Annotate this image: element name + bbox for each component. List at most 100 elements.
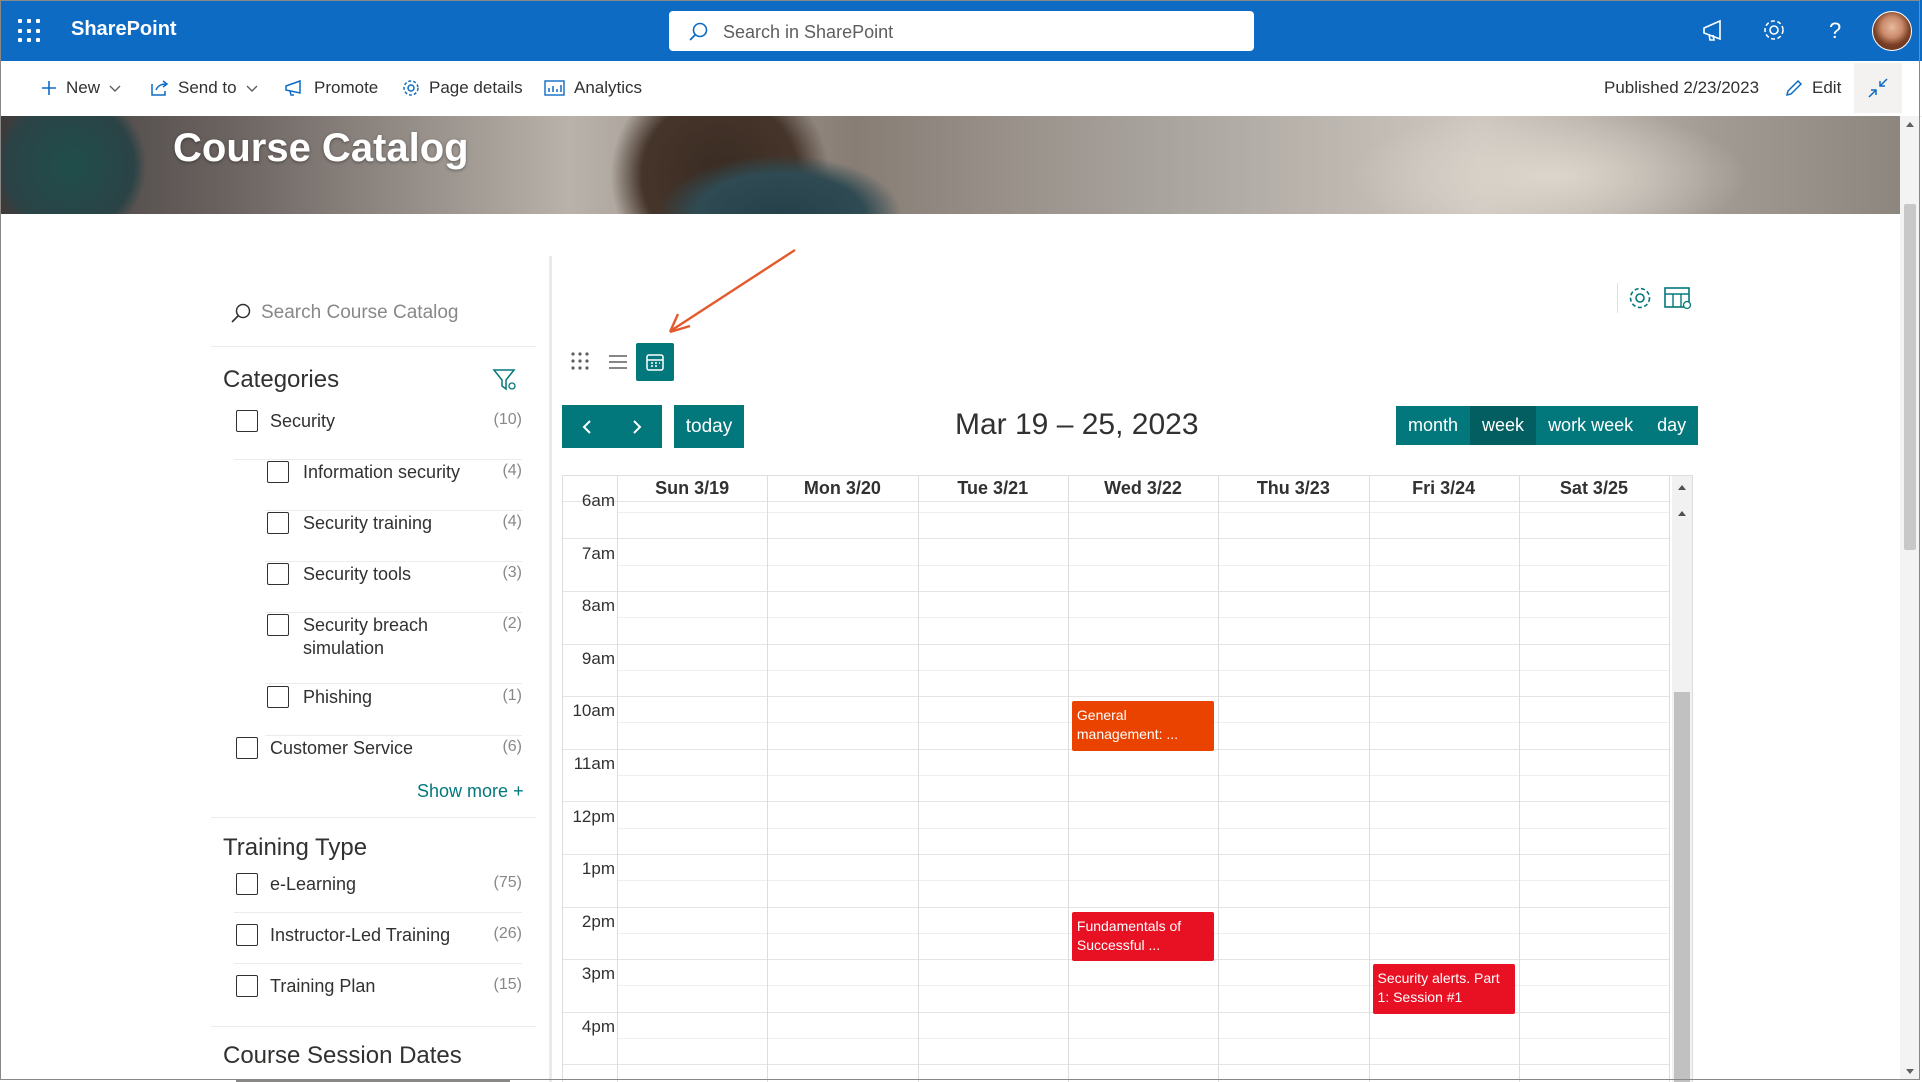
scroll-down-icon[interactable] xyxy=(1900,1066,1920,1078)
today-label: today xyxy=(685,415,733,437)
category-count: (6) xyxy=(502,738,522,755)
training-type-heading: Training Type xyxy=(223,834,368,861)
today-button[interactable]: today xyxy=(674,405,744,448)
page-details-button[interactable]: Page details xyxy=(401,78,523,98)
filter-settings-icon[interactable] xyxy=(492,367,518,393)
category-filter-row[interactable]: Customer Service (6) xyxy=(234,737,522,763)
day-header: Thu 3/23 xyxy=(1256,478,1330,498)
megaphone-icon[interactable] xyxy=(1700,16,1730,46)
chevron-down-icon xyxy=(246,85,258,92)
category-count: (10) xyxy=(493,411,522,428)
promote-button[interactable]: Promote xyxy=(284,78,378,98)
promote-label: Promote xyxy=(314,78,379,97)
category-count: (4) xyxy=(502,513,522,530)
category-filter-row[interactable]: Security training (4) xyxy=(265,512,522,562)
chevron-left-icon xyxy=(582,419,591,434)
category-filter-row[interactable]: Security breach simulation (2) xyxy=(265,614,522,684)
category-filter-row[interactable]: Security (10) xyxy=(234,410,522,460)
collapse-button[interactable] xyxy=(1854,63,1902,113)
column-divider xyxy=(917,476,919,1082)
plus-icon: + xyxy=(513,781,524,801)
previous-week-button[interactable] xyxy=(562,405,612,448)
time-label: 10am xyxy=(572,701,615,721)
date-range-title: Mar 19 – 25, 2023 xyxy=(955,408,1199,441)
checkbox[interactable] xyxy=(236,410,258,432)
hour-line xyxy=(563,501,1670,502)
checkbox[interactable] xyxy=(236,924,258,946)
view-option-day[interactable]: day xyxy=(1645,406,1698,445)
new-button[interactable]: New xyxy=(40,78,122,98)
show-more-link[interactable]: Show more + xyxy=(417,781,524,802)
column-divider xyxy=(1518,476,1520,1082)
settings-gear-icon[interactable] xyxy=(1627,285,1653,311)
layout-settings-icon[interactable] xyxy=(1663,285,1693,311)
calendar-event[interactable]: Fundamentals of Successful ... xyxy=(1071,911,1215,962)
category-label: Phishing xyxy=(303,687,373,707)
category-filter-row[interactable]: Phishing (1) xyxy=(265,686,522,736)
section-divider xyxy=(211,817,536,818)
half-hour-line xyxy=(617,827,1670,829)
page-title: Course Catalog xyxy=(173,126,469,170)
training-type-row[interactable]: Instructor-Led Training (26) xyxy=(234,924,522,964)
analytics-button[interactable]: Analytics xyxy=(544,78,642,98)
half-hour-line xyxy=(617,617,1670,619)
checkbox[interactable] xyxy=(267,512,289,534)
course-search-placeholder: Search Course Catalog xyxy=(261,302,459,323)
brand-name[interactable]: SharePoint xyxy=(71,18,177,41)
view-option-month[interactable]: month xyxy=(1396,406,1470,445)
row-divider xyxy=(265,561,522,562)
category-label: Security training xyxy=(303,513,433,533)
checkbox[interactable] xyxy=(267,563,289,585)
training-type-count: (15) xyxy=(493,976,522,993)
pencil-icon xyxy=(1785,79,1803,97)
checkbox[interactable] xyxy=(267,686,289,708)
view-option-work-week[interactable]: work week xyxy=(1536,406,1645,445)
week-calendar: Sun 3/19 Mon 3/20 Tue 3/21 Wed 3/22 Thu 3/23… xyxy=(562,475,1693,1082)
checkbox[interactable] xyxy=(236,975,258,997)
category-filter-row[interactable]: Information security (4) xyxy=(265,461,522,511)
course-search-box[interactable]: Search Course Catalog xyxy=(211,294,536,347)
category-label: Security tools xyxy=(303,564,412,584)
help-icon[interactable]: ? xyxy=(1821,16,1851,46)
list-view-icon[interactable] xyxy=(607,351,629,373)
grid-view-icon[interactable] xyxy=(570,351,592,373)
edit-button[interactable]: Edit xyxy=(1784,78,1841,98)
view-option-week[interactable]: week xyxy=(1470,406,1537,445)
day-header: Sat 3/25 xyxy=(1559,478,1628,498)
category-label: Security xyxy=(270,411,336,431)
chevron-right-icon xyxy=(633,419,642,434)
calendar-scrollbar[interactable] xyxy=(1672,476,1692,1082)
scroll-up-icon[interactable] xyxy=(1672,480,1692,494)
calendar-view-button[interactable] xyxy=(636,343,674,381)
column-divider xyxy=(1218,476,1220,1082)
calendar-event[interactable]: General management: ... xyxy=(1071,701,1215,751)
scroll-up-icon[interactable] xyxy=(1672,506,1692,520)
app-launcher-icon[interactable] xyxy=(18,19,42,43)
page-scrollbar[interactable] xyxy=(1900,116,1920,1080)
next-week-button[interactable] xyxy=(612,405,662,448)
row-divider xyxy=(234,459,522,460)
send-to-label: Send to xyxy=(178,78,237,97)
hour-line xyxy=(563,643,1670,645)
categories-heading: Categories xyxy=(223,366,340,393)
scroll-up-icon[interactable] xyxy=(1900,118,1920,130)
calendar-event[interactable]: Security alerts. Part 1: Session #1 xyxy=(1372,964,1515,1014)
checkbox[interactable] xyxy=(236,737,258,759)
hour-line xyxy=(563,696,1670,698)
edit-label: Edit xyxy=(1812,78,1842,97)
category-filter-row[interactable]: Security tools (3) xyxy=(265,563,522,613)
time-label: 3pm xyxy=(581,964,615,984)
day-header: Fri 3/24 xyxy=(1412,478,1476,498)
training-type-row[interactable]: e-Learning (75) xyxy=(234,873,522,913)
checkbox[interactable] xyxy=(267,614,289,636)
checkbox[interactable] xyxy=(236,873,258,895)
sharepoint-search-box[interactable]: Search in SharePoint xyxy=(669,11,1254,51)
checkbox[interactable] xyxy=(267,461,289,483)
page-details-label: Page details xyxy=(429,78,523,97)
user-avatar[interactable] xyxy=(1872,11,1912,51)
plus-icon xyxy=(42,81,56,95)
training-type-row[interactable]: Training Plan (15) xyxy=(234,975,522,1001)
send-to-button[interactable]: Send to xyxy=(150,78,259,98)
hour-line xyxy=(563,1064,1670,1066)
settings-gear-icon[interactable] xyxy=(1760,16,1790,46)
